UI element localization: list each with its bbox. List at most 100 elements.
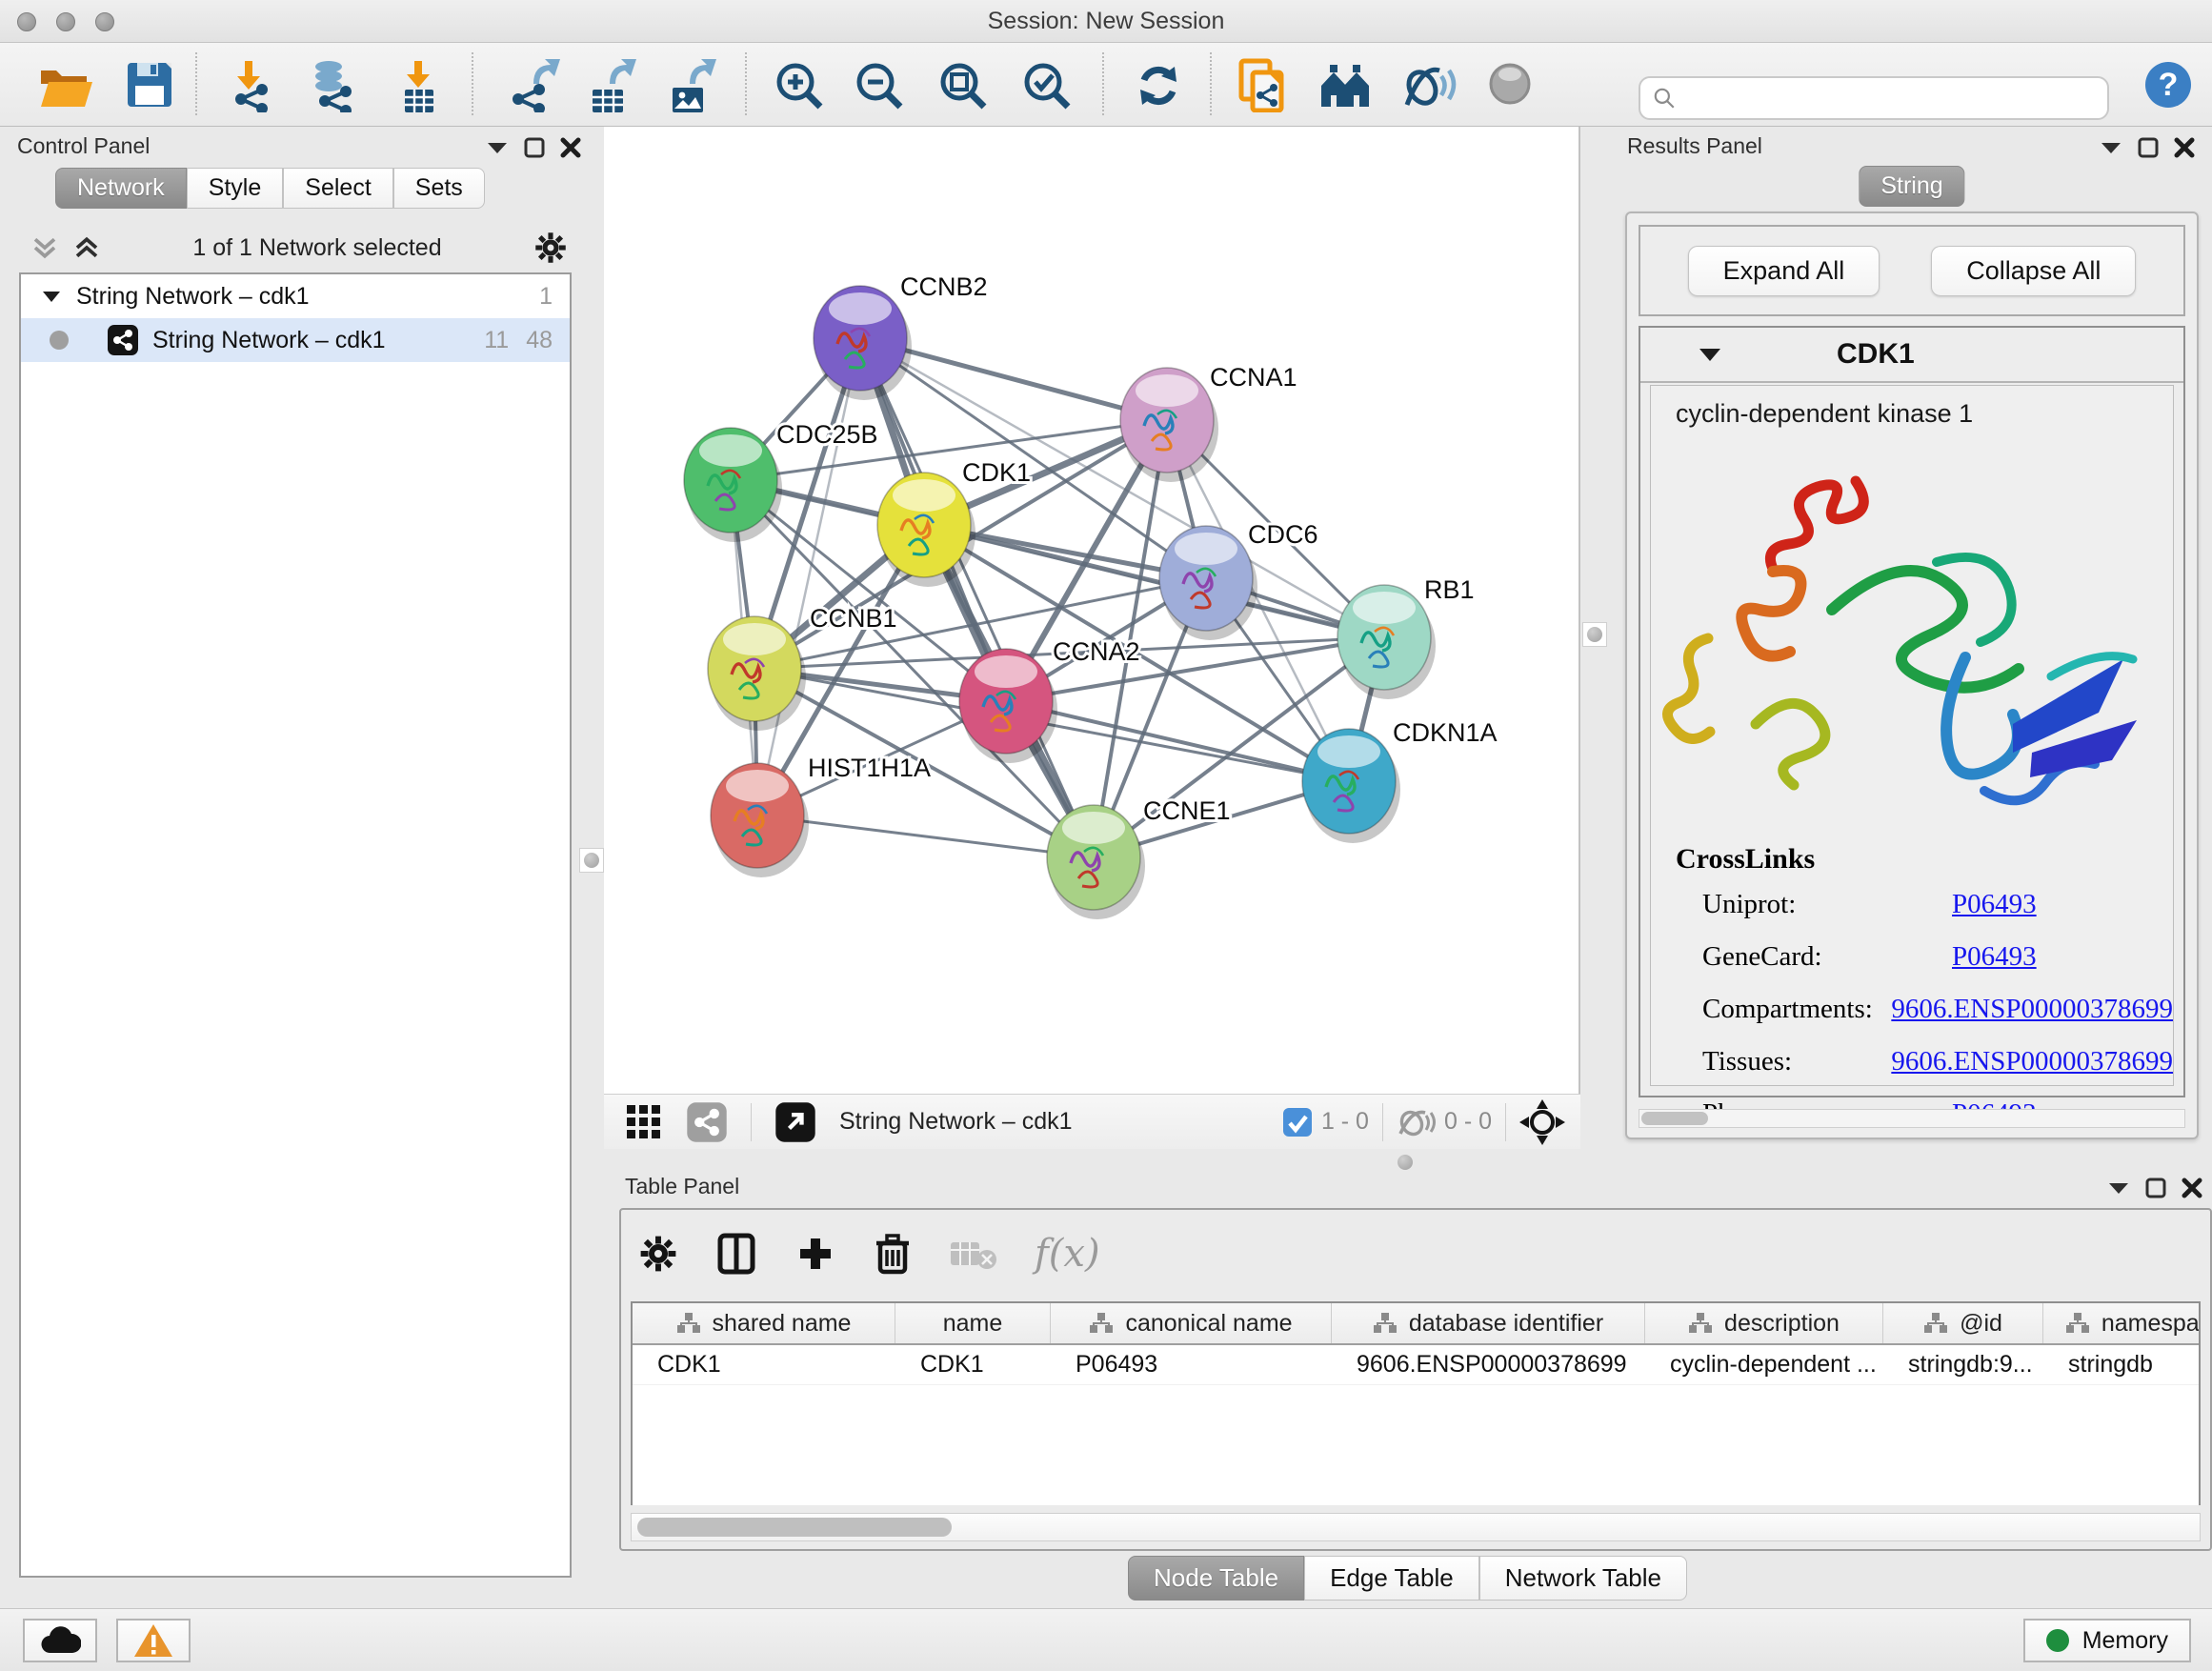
float-panel-icon[interactable] xyxy=(2138,137,2159,158)
network-row[interactable]: String Network – cdk1 11 48 xyxy=(21,318,570,362)
zoom-selected-button[interactable] xyxy=(1017,56,1075,113)
birds-eye-view-icon[interactable] xyxy=(623,1101,665,1143)
string-tab-icon[interactable] xyxy=(686,1101,728,1143)
cell-shared-name[interactable]: CDK1 xyxy=(633,1345,895,1384)
node-CCNA1[interactable] xyxy=(1120,368,1218,482)
network-canvas[interactable]: CCNB2CCNA1CDC25BCDK1CDC6RB1CCNB1CCNA2CDK… xyxy=(604,127,1580,1094)
crosslink-value-link[interactable]: 9606.ENSP00000378699 xyxy=(1891,1046,2173,1077)
node-CCNA2[interactable] xyxy=(959,649,1057,763)
node-CDC25B[interactable] xyxy=(684,428,782,542)
panel-menu-icon[interactable] xyxy=(2107,1180,2130,1196)
cell-database-identifier[interactable]: 9606.ENSP00000378699 xyxy=(1332,1345,1645,1384)
float-panel-icon[interactable] xyxy=(524,137,545,158)
close-panel-icon[interactable] xyxy=(2174,137,2195,158)
gene-description: cyclin-dependent kinase 1 xyxy=(1651,386,2173,438)
cell-name[interactable]: CDK1 xyxy=(895,1345,1051,1384)
tab-network-table[interactable]: Network Table xyxy=(1479,1556,1687,1601)
export-table-button[interactable] xyxy=(580,56,637,113)
cell-namespac[interactable]: stringdb xyxy=(2043,1345,2201,1384)
column-header-shared-name[interactable]: shared name xyxy=(633,1303,895,1343)
zoom-in-button[interactable] xyxy=(770,56,827,113)
collection-expander-icon[interactable] xyxy=(42,290,61,303)
edge-CCNA2-CDKN1A[interactable] xyxy=(1006,701,1349,781)
fit-selected-icon[interactable] xyxy=(1519,1099,1565,1145)
column-type-icon xyxy=(1688,1312,1713,1335)
import-table-file-button[interactable] xyxy=(391,56,448,113)
node-label-CCNB1: CCNB1 xyxy=(810,604,897,633)
memory-button[interactable]: Memory xyxy=(2023,1619,2191,1662)
import-network-file-button[interactable] xyxy=(223,56,280,113)
panel-menu-icon[interactable] xyxy=(486,140,509,155)
column-header-name[interactable]: name xyxy=(895,1303,1051,1343)
export-network-button[interactable] xyxy=(504,56,561,113)
node-CDK1[interactable] xyxy=(877,473,975,587)
column-header--id[interactable]: @id xyxy=(1883,1303,2043,1343)
crosslink-value-link[interactable]: P06493 xyxy=(1952,941,2037,973)
search-input[interactable] xyxy=(1677,85,2086,111)
float-panel-icon[interactable] xyxy=(2145,1178,2166,1198)
tab-string[interactable]: String xyxy=(1859,166,1964,207)
node-table[interactable]: shared namenamecanonical namedatabase id… xyxy=(631,1301,2201,1505)
node-CCNB2[interactable] xyxy=(814,286,912,400)
node-CDKN1A[interactable] xyxy=(1302,729,1400,843)
panel-menu-icon[interactable] xyxy=(2100,140,2122,155)
tab-sets[interactable]: Sets xyxy=(393,168,485,209)
tab-select[interactable]: Select xyxy=(283,168,392,209)
column-header-database-identifier[interactable]: database identifier xyxy=(1332,1303,1645,1343)
hide-panel-icon xyxy=(1401,57,1457,112)
selected-checkbox-icon[interactable] xyxy=(1281,1106,1314,1138)
table-settings-gear-icon[interactable] xyxy=(638,1234,678,1274)
node-RB1[interactable] xyxy=(1337,585,1436,699)
open-session-button[interactable] xyxy=(36,56,93,113)
right-splitter-handle[interactable] xyxy=(1582,622,1607,647)
network-collection-row[interactable]: String Network – cdk1 1 xyxy=(21,274,570,318)
crosslink-value-link[interactable]: 9606.ENSP00000378699 xyxy=(1891,994,2173,1025)
string-home-button[interactable] xyxy=(1317,56,1374,113)
cloud-button[interactable] xyxy=(23,1619,97,1662)
show-columns-icon[interactable] xyxy=(714,1232,758,1276)
share-documents-button[interactable] xyxy=(1233,56,1290,113)
zoom-out-button[interactable] xyxy=(850,56,907,113)
node-count: 11 xyxy=(484,327,526,354)
node-CCNE1[interactable] xyxy=(1047,805,1145,919)
cell-canonical-name[interactable]: P06493 xyxy=(1051,1345,1332,1384)
table-row[interactable]: CDK1CDK1P064939606.ENSP00000378699cyclin… xyxy=(633,1345,2199,1385)
node-CDC6[interactable] xyxy=(1159,526,1257,640)
left-splitter-handle[interactable] xyxy=(579,848,604,873)
zoom-fit-button[interactable] xyxy=(934,56,991,113)
collapse-all-button[interactable]: Collapse All xyxy=(1931,246,2136,296)
refresh-button[interactable] xyxy=(1130,56,1187,113)
crosslink-value-link[interactable]: P06493 xyxy=(1952,889,2037,920)
warnings-button[interactable] xyxy=(116,1619,191,1662)
collapse-all-icon[interactable] xyxy=(30,233,59,262)
expand-all-icon[interactable] xyxy=(72,233,101,262)
tab-network[interactable]: Network xyxy=(55,168,187,209)
column-header-canonical-name[interactable]: canonical name xyxy=(1051,1303,1332,1343)
results-hscrollbar[interactable] xyxy=(1639,1109,2185,1128)
tab-edge-table[interactable]: Edge Table xyxy=(1304,1556,1479,1601)
close-panel-icon[interactable] xyxy=(2182,1178,2202,1198)
import-network-database-button[interactable] xyxy=(303,56,360,113)
export-image-button[interactable] xyxy=(660,56,717,113)
help-button[interactable]: ? xyxy=(2140,56,2197,113)
node-HIST1H1A[interactable] xyxy=(711,763,809,877)
close-panel-icon[interactable] xyxy=(560,137,581,158)
save-session-button[interactable] xyxy=(121,56,178,113)
edge-CCNB2-HIST1H1A[interactable] xyxy=(757,338,860,815)
column-header-description[interactable]: description xyxy=(1645,1303,1883,1343)
column-header-namespac[interactable]: namespac xyxy=(2043,1303,2201,1343)
open-in-new-window-icon[interactable] xyxy=(774,1101,816,1143)
delete-column-icon[interactable] xyxy=(873,1232,913,1276)
expand-all-button[interactable]: Expand All xyxy=(1688,246,1880,296)
table-hscrollbar[interactable] xyxy=(631,1513,2201,1541)
hide-panel-button[interactable] xyxy=(1400,56,1458,113)
create-column-icon[interactable] xyxy=(794,1233,836,1275)
gene-expander-icon[interactable] xyxy=(1698,346,1722,363)
search-field[interactable] xyxy=(1639,76,2109,120)
show-panel-button[interactable] xyxy=(1482,56,1539,113)
cell-description[interactable]: cyclin-dependent ... xyxy=(1645,1345,1883,1384)
tab-style[interactable]: Style xyxy=(187,168,284,209)
cell--id[interactable]: stringdb:9... xyxy=(1883,1345,2043,1384)
gear-icon[interactable] xyxy=(533,231,568,265)
tab-node-table[interactable]: Node Table xyxy=(1128,1556,1304,1601)
